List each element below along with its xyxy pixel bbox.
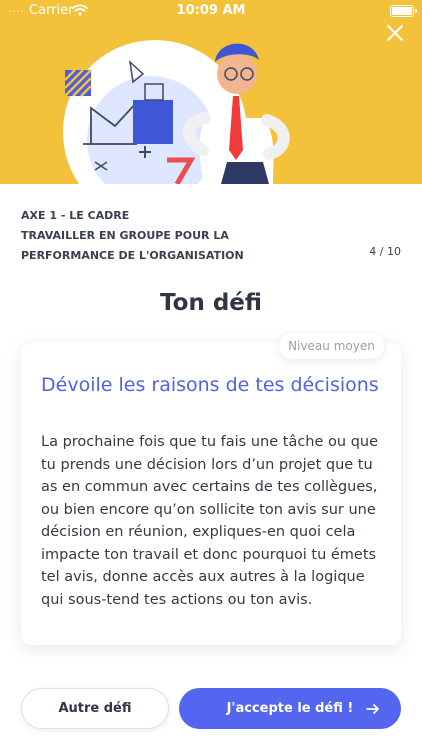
header-banner: .... Carrier 10:09 AM	[0, 0, 422, 184]
axis-label: AXE 1 - LE CADRE	[21, 209, 130, 222]
difficulty-badge: Niveau moyen	[279, 333, 384, 359]
challenge-card: Niveau moyen Dévoile les raisons de tes …	[21, 333, 401, 645]
accept-challenge-button[interactable]: J'accepte le défi !	[179, 688, 401, 729]
status-bar: .... Carrier 10:09 AM	[0, 0, 422, 22]
arrow-right-icon	[366, 704, 379, 714]
progress-counter: 4 / 10	[369, 245, 401, 258]
close-icon[interactable]	[383, 21, 407, 45]
other-challenge-button[interactable]: Autre défi	[21, 688, 169, 729]
challenge-description: La prochaine fois que tu fais une tâche …	[41, 434, 379, 608]
businessman-with-charts-illustration	[63, 40, 290, 184]
battery-icon	[390, 5, 417, 17]
challenge-meta: AXE 1 - LE CADRE TRAVAILLER EN GROUPE PO…	[21, 206, 401, 266]
page-title: Ton défi	[160, 290, 262, 316]
theme-label: TRAVAILLER EN GROUPE POUR LA PERFORMANCE…	[21, 229, 244, 262]
accept-challenge-label: J'accepte le défi !	[226, 701, 354, 716]
other-challenge-label: Autre défi	[58, 701, 132, 716]
clock: 10:09 AM	[176, 3, 246, 18]
challenge-title: Dévoile les raisons de tes décisions	[41, 374, 379, 396]
